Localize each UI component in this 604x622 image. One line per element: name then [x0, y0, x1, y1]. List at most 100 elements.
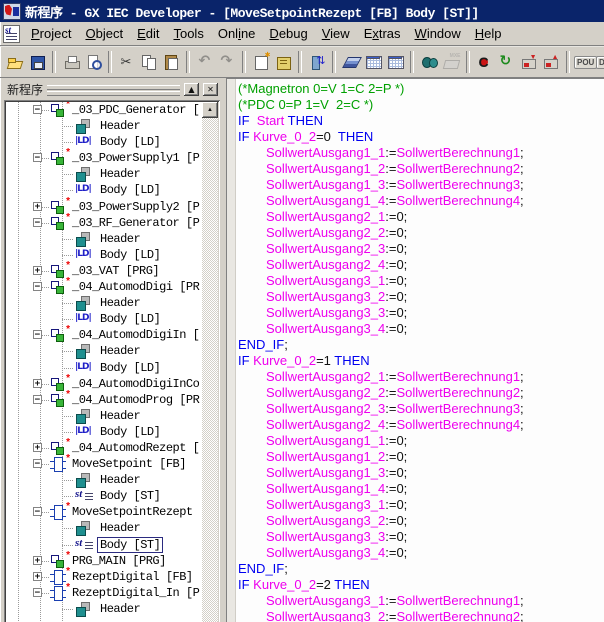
tree-item-_03_rf_generatorp[interactable]: −*_03_RF_Generator [P — [6, 215, 202, 231]
tree-item-bodyld[interactable]: Body [LD] — [6, 182, 202, 198]
menu-tools[interactable]: Tools — [166, 23, 210, 45]
rebuild-button[interactable] — [496, 50, 518, 74]
tree-item-bodyst[interactable]: Body [ST] — [6, 488, 202, 504]
new-pou-button[interactable] — [250, 50, 272, 74]
download-to-plc-button[interactable] — [518, 50, 540, 74]
tree-item-bodyld[interactable]: Body [LD] — [6, 134, 202, 150]
menu-extras[interactable]: Extras — [357, 23, 408, 45]
tree-item-bodyst[interactable]: Body [ST] — [6, 537, 202, 553]
header-icon — [75, 521, 93, 535]
pou-pool-button[interactable]: POU — [574, 50, 596, 74]
paste-button[interactable] — [160, 50, 182, 74]
tree-item-rezeptdigital_inp[interactable]: −*RezeptDigital_In [P — [6, 585, 202, 601]
tree-item-label: Header — [98, 232, 142, 246]
expand-box[interactable]: + — [33, 379, 42, 388]
tree-item-bodyld[interactable]: Body [LD] — [6, 247, 202, 263]
collapse-box[interactable]: − — [33, 153, 42, 162]
tree-connector-line — [42, 287, 50, 288]
tree-item-_04_automodprogpr[interactable]: −*_04_AutomodProg [PR — [6, 392, 202, 408]
undo-button[interactable] — [194, 50, 216, 74]
copy-button[interactable] — [138, 50, 160, 74]
expand-box[interactable]: + — [33, 443, 42, 452]
tree-item-header[interactable]: Header — [6, 231, 202, 247]
tree-item-_04_automoddigiin[interactable]: −*_04_AutomodDigiIn [ — [6, 327, 202, 343]
menu-edit[interactable]: Edit — [130, 23, 166, 45]
expand-box[interactable]: + — [33, 202, 42, 211]
st-document-icon[interactable] — [3, 25, 20, 43]
tree-item-header[interactable]: Header — [6, 118, 202, 134]
tree-item-_04_automoddigiinco[interactable]: +*_04_AutomodDigiInCo — [6, 376, 202, 392]
tree-item-header[interactable]: Header — [6, 295, 202, 311]
tree-item-movesetpointfb[interactable]: −*MoveSetpoint [FB] — [6, 456, 202, 472]
project-organizer-button[interactable] — [272, 50, 294, 74]
menu-online[interactable]: Online — [211, 23, 263, 45]
code-variable: SollwertAusgang1_3 — [266, 177, 385, 192]
tree-item-_03_powersupply2p[interactable]: +*_03_PowerSupply2 [P — [6, 199, 202, 215]
tree-item-movesetpointrezept[interactable]: −*MoveSetpointRezept — [6, 504, 202, 520]
save-button[interactable] — [26, 50, 48, 74]
tree-vertical-scrollbar[interactable]: ▲ — [202, 102, 218, 622]
code-line: SollwertAusgang3_4:=0; — [238, 321, 604, 337]
cut-button[interactable] — [116, 50, 138, 74]
tree-item-header[interactable]: Header — [6, 343, 202, 359]
tree-item-header[interactable]: Header — [6, 472, 202, 488]
build-button[interactable] — [340, 50, 362, 74]
code-operator: =1 — [316, 353, 334, 368]
menu-debug[interactable]: Debug — [262, 23, 314, 45]
print-preview-button[interactable] — [82, 50, 104, 74]
tree-item-_03_pdc_generator[interactable]: −*_03_PDC_Generator [ — [6, 102, 202, 118]
transfer-setup-button[interactable] — [306, 50, 328, 74]
grid-editor-2-button[interactable] — [384, 50, 406, 74]
panel-collapse-button[interactable]: ▲ — [184, 83, 199, 96]
open-button[interactable] — [4, 50, 26, 74]
collapse-box[interactable]: − — [33, 507, 42, 516]
check-compile-button[interactable] — [474, 50, 496, 74]
collapse-box[interactable]: − — [33, 395, 42, 404]
st-body-editor[interactable]: (*Magnetron 0=V 1=C 2=P *)(*PDC 0=P 1=V … — [226, 78, 604, 622]
code-variable: SollwertAusgang3_2 — [266, 289, 385, 304]
redo-icon — [219, 54, 236, 70]
collapse-box[interactable]: − — [33, 105, 42, 114]
code-operator: := — [385, 369, 396, 384]
expand-box[interactable]: + — [33, 556, 42, 565]
tree-item-_03_powersupply1p[interactable]: −*_03_PowerSupply1 [P — [6, 150, 202, 166]
expand-box[interactable]: + — [33, 572, 42, 581]
tree-item-bodyld[interactable]: Body [LD] — [6, 360, 202, 376]
tree-item-_04_automoddigipr[interactable]: −*_04_AutomodDigi [PR — [6, 279, 202, 295]
collapse-box[interactable]: − — [33, 218, 42, 227]
redo-button[interactable] — [216, 50, 238, 74]
collapse-box[interactable]: − — [33, 282, 42, 291]
tree-item-header[interactable]: Header — [6, 520, 202, 536]
tree-item-bodyld[interactable]: Body [LD] — [6, 311, 202, 327]
code-variable: SollwertAusgang2_4 — [266, 257, 385, 272]
tree-item-_04_automodrezept[interactable]: +*_04_AutomodRezept [ — [6, 440, 202, 456]
tree-item-rezeptdigitalfb[interactable]: +*RezeptDigital [FB] — [6, 569, 202, 585]
collapse-box[interactable]: − — [33, 330, 42, 339]
menu-project[interactable]: Project — [24, 23, 78, 45]
collapse-box[interactable]: − — [33, 588, 42, 597]
panel-close-button[interactable]: ✕ — [203, 83, 218, 96]
tree-item-prg_mainprg[interactable]: +*PRG_MAIN [PRG] — [6, 553, 202, 569]
mxchange-button[interactable] — [440, 50, 462, 74]
menu-window[interactable]: Window — [408, 23, 468, 45]
upload-from-plc-button[interactable] — [540, 50, 562, 74]
print-button[interactable] — [60, 50, 82, 74]
menu-help[interactable]: Help — [468, 23, 509, 45]
monitoring-button[interactable] — [418, 50, 440, 74]
expand-box[interactable]: + — [33, 266, 42, 275]
tree-item-header[interactable]: Header — [6, 408, 202, 424]
menu-object[interactable]: Object — [78, 23, 130, 45]
grid-editor-1-button[interactable] — [362, 50, 384, 74]
tree-item-_03_vatprg[interactable]: +*_03_VAT [PRG] — [6, 263, 202, 279]
project-tree: −*_03_PDC_Generator [HeaderBody [LD]−*_0… — [4, 100, 220, 622]
tree-item-header[interactable]: Header — [6, 601, 202, 617]
tree-item-header[interactable]: Header — [6, 166, 202, 182]
dut-pool-button[interactable]: DUT — [596, 50, 604, 74]
tree-connector-line — [62, 545, 74, 546]
menu-view[interactable]: View — [315, 23, 357, 45]
scrollbar-up-arrow[interactable]: ▲ — [202, 102, 218, 118]
collapse-box[interactable]: − — [33, 459, 42, 468]
panel-drag-grip[interactable] — [47, 85, 180, 96]
tree-item-bodyld[interactable]: Body [LD] — [6, 424, 202, 440]
tree-panel-header: 新程序 ▲ ✕ — [2, 78, 220, 100]
